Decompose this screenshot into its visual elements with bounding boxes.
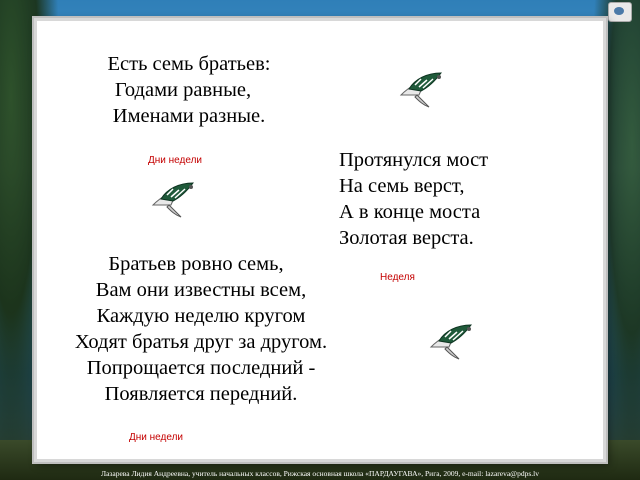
- riddle-1: Есть семь братьев: Годами равные, Именам…: [79, 51, 299, 129]
- slide-canvas: Есть семь братьев: Годами равные, Именам…: [34, 18, 606, 462]
- riddle-2-answer: Неделя: [380, 272, 415, 283]
- riddle-2-line: Протянулся мост: [339, 149, 489, 171]
- riddle-3-line: Братьев ровно семь,: [108, 253, 284, 275]
- riddle-2: Протянулся мост На семь верст, А в конце…: [339, 147, 488, 251]
- slide-corner-icon[interactable]: [608, 2, 632, 22]
- riddle-2-line: Золотая верста.: [339, 227, 474, 249]
- riddle-3-line: Каждую неделю кругом: [96, 305, 306, 327]
- footer-credit: Лазарева Лидия Андреевна, учитель началь…: [101, 469, 539, 478]
- dove-icon: [151, 182, 195, 218]
- riddle-1-line: Именами разные.: [112, 105, 266, 127]
- riddle-1-line: Годами равные,: [114, 79, 252, 101]
- riddle-3-line: Вам они известны всем,: [95, 279, 307, 301]
- riddle-3-line: Попрощается последний -: [86, 357, 316, 379]
- riddle-3-answer: Дни недели: [129, 432, 184, 443]
- dove-icon: [429, 324, 473, 360]
- riddle-2-line: На семь верст,: [339, 175, 465, 197]
- riddle-3-line: Ходят братья друг за другом.: [74, 331, 328, 353]
- riddle-3: Братьев ровно семь, Вам они известны все…: [41, 251, 361, 407]
- riddle-1-answer: Дни недели: [148, 155, 203, 166]
- riddle-1-line: Есть семь братьев:: [107, 53, 271, 75]
- dove-icon: [399, 72, 443, 108]
- riddle-3-line: Появляется передний.: [104, 383, 298, 405]
- riddle-2-line: А в конце моста: [339, 201, 481, 223]
